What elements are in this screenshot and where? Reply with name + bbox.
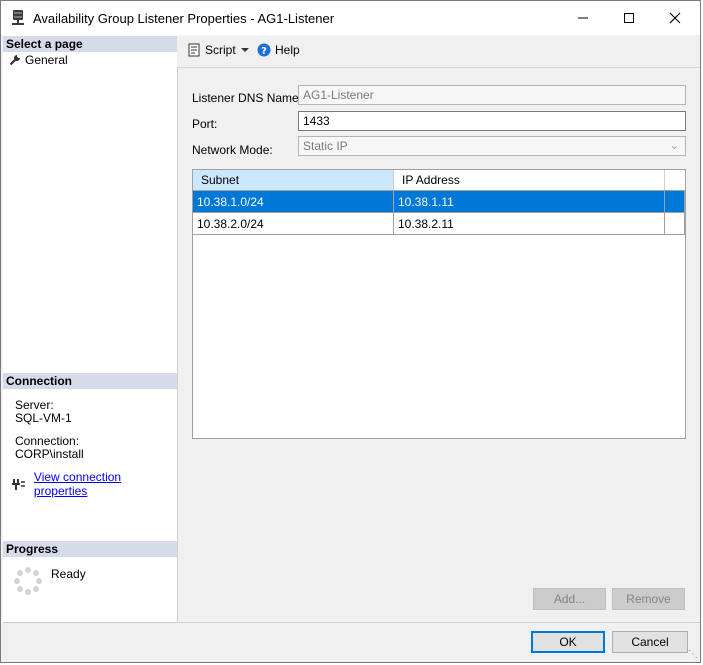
help-icon: ? — [257, 43, 271, 57]
chevron-down-icon — [241, 48, 249, 52]
help-label: Help — [275, 43, 300, 57]
network-mode-select[interactable]: Static IP ⌄ — [298, 136, 686, 156]
database-icon — [12, 10, 24, 25]
cell-filler — [664, 190, 685, 213]
script-icon — [188, 43, 200, 57]
add-button[interactable]: Add... — [533, 588, 606, 610]
chevron-down-icon: ⌄ — [669, 140, 679, 152]
view-connection-properties-link[interactable]: View connection properties — [34, 470, 177, 498]
server-label: Server: — [15, 398, 54, 412]
cell-ip-address[interactable]: 10.38.1.11 — [393, 190, 665, 213]
maximize-icon — [624, 13, 634, 23]
grid-header-row: Subnet IP Address — [193, 170, 685, 191]
progress-status: Ready — [51, 567, 86, 581]
close-button[interactable] — [652, 1, 698, 35]
footer-divider — [3, 622, 700, 623]
wrench-icon — [9, 55, 20, 66]
resize-grip-icon[interactable]: ⋱ — [688, 649, 698, 660]
progress-spinner-icon — [14, 567, 42, 595]
view-connection-properties[interactable]: View connection properties — [12, 470, 177, 498]
window-title: Availability Group Listener Properties -… — [33, 11, 335, 26]
port-label: Port: — [192, 117, 218, 131]
close-icon — [669, 12, 681, 24]
port-field[interactable]: 1433 — [298, 111, 686, 131]
table-row[interactable]: 10.38.2.0/24 10.38.2.11 — [193, 212, 685, 235]
table-row[interactable]: 10.38.1.0/24 10.38.1.11 — [193, 190, 685, 213]
page-item-general[interactable]: General — [9, 53, 68, 67]
cell-filler — [664, 212, 685, 235]
page-item-label: General — [25, 53, 68, 67]
subnet-grid[interactable]: Subnet IP Address 10.38.1.0/24 10.38.1.1… — [192, 169, 686, 439]
dns-name-field[interactable]: AG1-Listener — [298, 85, 686, 105]
script-button[interactable]: Script — [187, 43, 236, 57]
column-header-filler — [664, 170, 685, 191]
connection-value: CORP\install — [15, 447, 84, 461]
minimize-icon — [578, 17, 588, 19]
script-dropdown-button[interactable] — [241, 43, 249, 57]
help-button[interactable]: ? Help — [257, 43, 300, 57]
server-value: SQL-VM-1 — [15, 411, 72, 425]
cell-subnet[interactable]: 10.38.1.0/24 — [193, 190, 394, 213]
column-header-ip-address[interactable]: IP Address — [393, 170, 665, 191]
select-page-header: Select a page — [3, 36, 177, 52]
left-pane: Select a page General Connection Server:… — [3, 35, 178, 622]
network-mode-value: Static IP — [303, 139, 348, 153]
ok-button[interactable]: OK — [531, 631, 605, 653]
connection-label: Connection: — [15, 434, 80, 448]
toolbar: Script ? Help — [177, 35, 700, 68]
maximize-button[interactable] — [606, 1, 652, 35]
minimize-button[interactable] — [560, 1, 606, 35]
svg-text:?: ? — [261, 46, 267, 57]
cancel-button[interactable]: Cancel — [612, 631, 688, 653]
properties-dialog: Availability Group Listener Properties -… — [0, 0, 701, 663]
cell-subnet[interactable]: 10.38.2.0/24 — [193, 212, 394, 235]
connection-header: Connection — [3, 373, 177, 389]
progress-header: Progress — [3, 541, 177, 557]
subnet-table: Subnet IP Address 10.38.1.0/24 10.38.1.1… — [193, 170, 685, 235]
connection-properties-icon — [12, 479, 25, 490]
script-label: Script — [205, 43, 236, 57]
cell-ip-address[interactable]: 10.38.2.11 — [393, 212, 665, 235]
column-header-subnet[interactable]: Subnet — [193, 170, 394, 191]
title-bar: Availability Group Listener Properties -… — [1, 1, 700, 35]
general-page-panel: Listener DNS Name: AG1-Listener Port: 14… — [178, 73, 699, 618]
dns-name-label: Listener DNS Name: — [192, 91, 303, 105]
network-mode-label: Network Mode: — [192, 143, 273, 157]
remove-button[interactable]: Remove — [612, 588, 685, 610]
